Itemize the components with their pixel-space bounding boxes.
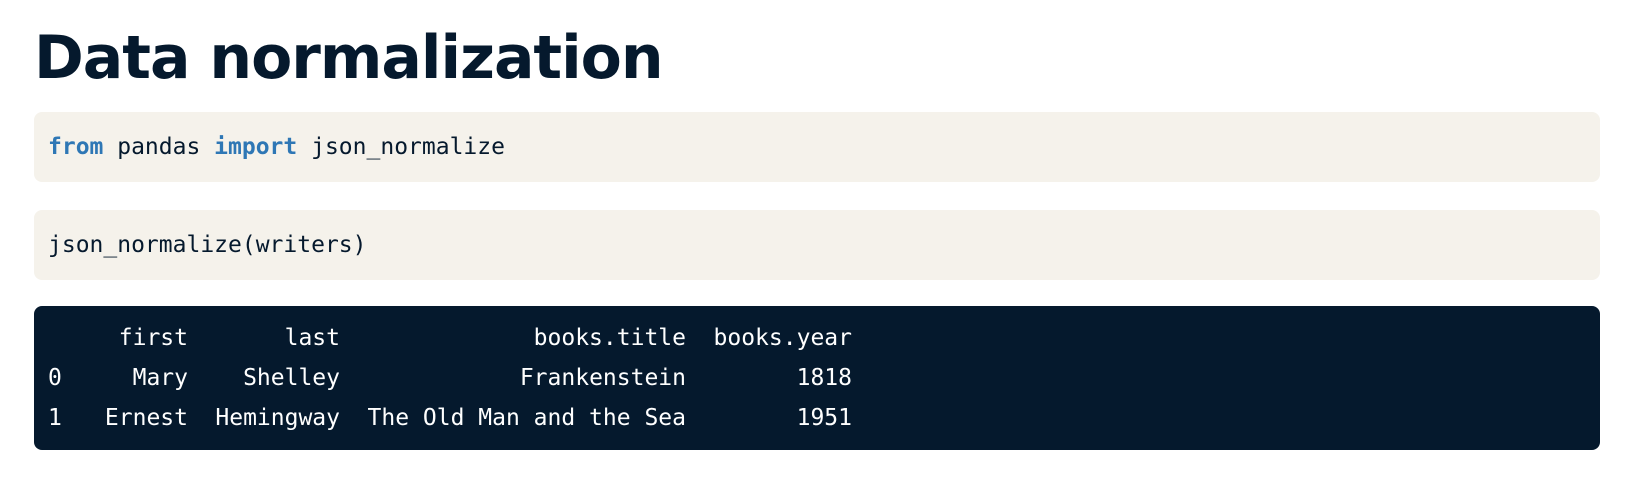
cell-first: Ernest — [104, 405, 188, 431]
cell-books-title: Frankenstein — [519, 365, 686, 391]
cell-books-title: The Old Man and the Sea — [367, 405, 687, 431]
code-cell-normalize[interactable]: json_normalize(writers) — [34, 210, 1600, 280]
row-index: 0 — [48, 365, 62, 391]
page-title: Data normalization — [34, 23, 664, 93]
column-header-last: last — [284, 325, 340, 351]
index-header — [48, 318, 88, 358]
cell-books-year: 1951 — [796, 405, 852, 431]
output-cell: first last books.title books.year 0 Mary… — [34, 306, 1600, 450]
cell-books-year: 1818 — [796, 365, 852, 391]
column-header-books-year: books.year — [713, 325, 852, 351]
cell-first: Mary — [132, 365, 188, 391]
dataframe-output: first last books.title books.year 0 Mary… — [48, 318, 852, 438]
table-row: 0 Mary Shelley Frankenstein 1818 — [48, 358, 852, 398]
code-keyword-import: import — [214, 134, 298, 160]
code-cell-import[interactable]: from pandas import json_normalize — [34, 112, 1600, 182]
code-text-module: pandas — [103, 134, 215, 160]
table-row: 1 Ernest Hemingway The Old Man and the S… — [48, 398, 852, 438]
code-keyword-from: from — [48, 134, 104, 160]
row-index: 1 — [48, 405, 62, 431]
slide: Data normalization from pandas import js… — [34, 0, 1600, 450]
cell-last: Hemingway — [215, 405, 340, 431]
cell-last: Shelley — [243, 365, 340, 391]
dataframe-header-row: first last books.title books.year — [48, 318, 852, 358]
column-header-books-title: books.title — [533, 325, 686, 351]
code-text-function: json_normalize — [297, 134, 505, 160]
code-text-call: json_normalize(writers) — [48, 232, 367, 258]
column-header-first: first — [118, 325, 188, 351]
